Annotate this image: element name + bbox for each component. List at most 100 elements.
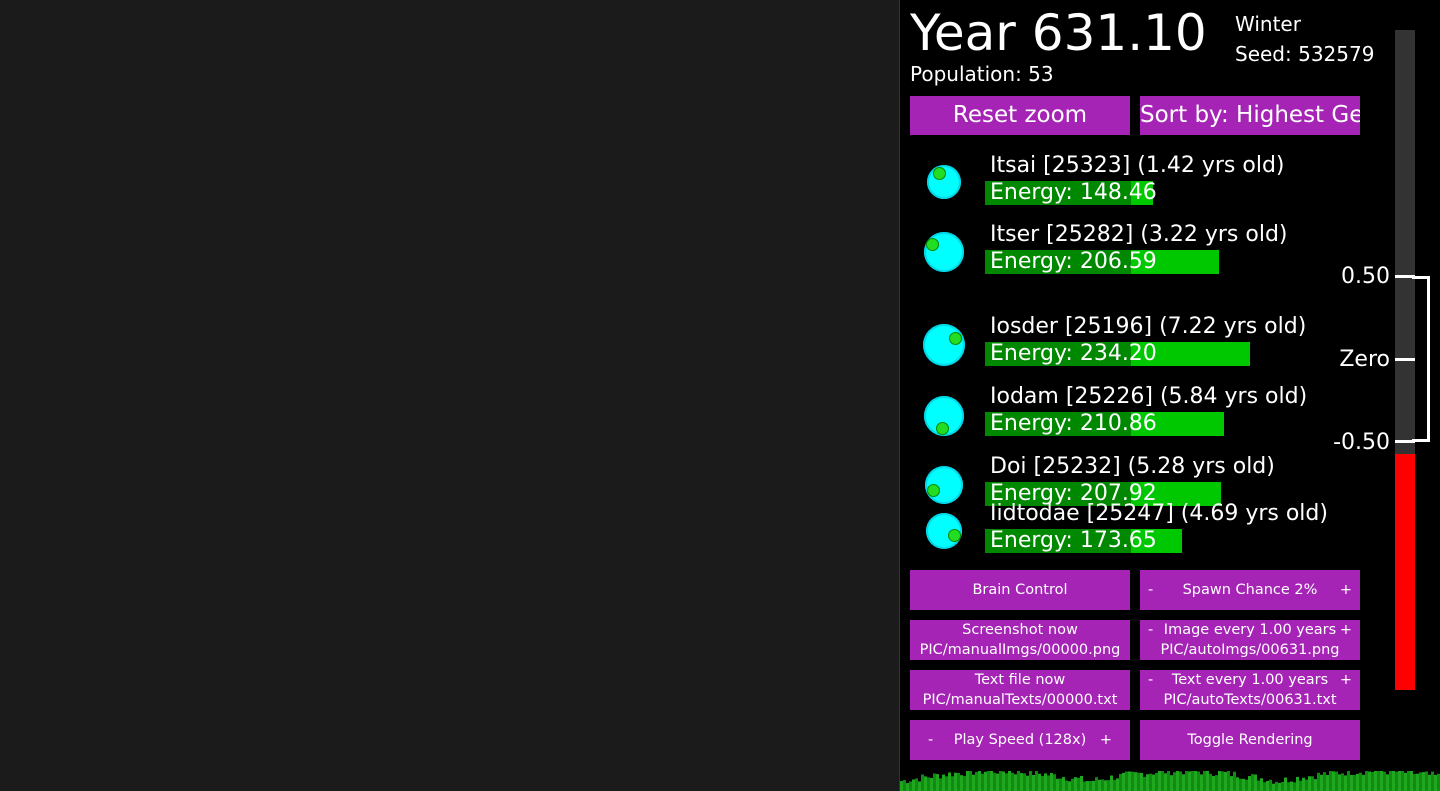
histogram-bar bbox=[984, 771, 987, 791]
histogram-bar bbox=[1305, 779, 1308, 791]
histogram-bar bbox=[1272, 783, 1275, 791]
histogram-bar bbox=[1401, 771, 1404, 791]
image-interval-decrease-button[interactable]: - bbox=[1148, 620, 1153, 640]
histogram-bar bbox=[1113, 779, 1116, 791]
energy-value: Energy: 173.65 bbox=[990, 528, 1157, 553]
creature-mouth-icon bbox=[949, 332, 962, 345]
histogram-bar bbox=[1239, 778, 1242, 791]
histogram-bar bbox=[1110, 775, 1113, 791]
histogram-bar bbox=[1419, 772, 1422, 791]
histogram-bar bbox=[1299, 780, 1302, 791]
histogram-bar bbox=[1083, 781, 1086, 791]
text-file-now-button[interactable]: Text file now PIC/manualTexts/00000.txt bbox=[910, 670, 1130, 710]
histogram-bar bbox=[1194, 771, 1197, 791]
histogram-bar bbox=[930, 777, 933, 791]
histogram-bar bbox=[1377, 771, 1380, 791]
creature-mouth-icon bbox=[936, 422, 949, 435]
creature-avatar bbox=[923, 324, 965, 366]
histogram-bar bbox=[1425, 771, 1428, 791]
histogram-bar bbox=[1134, 772, 1137, 791]
energy-bar: Energy: 173.65 bbox=[985, 529, 1182, 553]
histogram-bar bbox=[1035, 771, 1038, 791]
screenshot-path: PIC/manualImgs/00000.png bbox=[919, 642, 1121, 658]
histogram-bar bbox=[1020, 773, 1023, 791]
histogram-bar bbox=[1416, 773, 1419, 791]
histogram-bar bbox=[1293, 782, 1296, 791]
histogram-bar bbox=[1434, 774, 1437, 791]
histogram-bar bbox=[1269, 779, 1272, 791]
histogram-bar bbox=[1173, 772, 1176, 791]
sort-by-button[interactable]: Sort by: Highest Gen bbox=[1140, 96, 1360, 135]
creature-row[interactable]: Iidtodae [25247] (4.69 yrs old) Energy: 1… bbox=[900, 501, 1380, 557]
image-interval-path: PIC/autoImgs/00631.png bbox=[1160, 642, 1340, 658]
histogram-bar bbox=[1263, 782, 1266, 791]
text-interval-decrease-button[interactable]: - bbox=[1148, 670, 1153, 690]
histogram-bar bbox=[1341, 773, 1344, 791]
histogram-bar bbox=[1323, 772, 1326, 791]
histogram-bar bbox=[1395, 771, 1398, 791]
histogram-bar bbox=[1152, 774, 1155, 791]
creature-name: Itser [25282] (3.22 yrs old) bbox=[990, 222, 1288, 247]
histogram-bar bbox=[936, 774, 939, 791]
histogram-bar bbox=[999, 771, 1002, 791]
creature-avatar bbox=[925, 466, 963, 504]
image-interval-increase-button[interactable]: + bbox=[1340, 620, 1352, 640]
histogram-bar bbox=[1047, 775, 1050, 791]
spawn-chance-increase-button[interactable]: + bbox=[1340, 570, 1352, 610]
energy-bar: Energy: 234.20 bbox=[985, 342, 1250, 366]
histogram-bar bbox=[1125, 771, 1128, 791]
gauge-label-zero: Zero bbox=[1339, 347, 1390, 372]
histogram-bar bbox=[1053, 774, 1056, 791]
creature-name: Itsai [25323] (1.42 yrs old) bbox=[990, 153, 1285, 178]
creature-name: Iidtodae [25247] (4.69 yrs old) bbox=[990, 501, 1328, 526]
histogram-bar bbox=[963, 775, 966, 791]
histogram-bar bbox=[948, 772, 951, 791]
histogram-bar bbox=[1119, 773, 1122, 791]
histogram-bar bbox=[1335, 771, 1338, 791]
screenshot-now-button[interactable]: Screenshot now PIC/manualImgs/00000.png bbox=[910, 620, 1130, 660]
tick-high bbox=[1395, 275, 1415, 278]
histogram-bar bbox=[1356, 773, 1359, 791]
creature-mouth-icon bbox=[926, 238, 939, 251]
spawn-chance-decrease-button[interactable]: - bbox=[1148, 570, 1153, 610]
histogram-bar bbox=[1329, 771, 1332, 791]
histogram-bar bbox=[975, 771, 978, 791]
histogram-bar bbox=[1098, 779, 1101, 791]
histogram-bar bbox=[1287, 782, 1290, 791]
histogram-bar bbox=[1188, 771, 1191, 791]
histogram-bar bbox=[972, 774, 975, 791]
reset-zoom-button[interactable]: Reset zoom bbox=[910, 96, 1130, 135]
histogram-bar bbox=[921, 774, 924, 791]
histogram-bar bbox=[1068, 781, 1071, 791]
creature-avatar bbox=[926, 513, 962, 549]
histogram-bar bbox=[1182, 774, 1185, 791]
histogram-bar bbox=[1122, 772, 1125, 791]
histogram-bar bbox=[1353, 774, 1356, 791]
histogram-bar bbox=[1080, 775, 1083, 791]
histogram-bar bbox=[1086, 781, 1089, 791]
histogram-bar bbox=[1140, 772, 1143, 791]
histogram-bar bbox=[1281, 781, 1284, 791]
histogram-bar bbox=[939, 778, 942, 791]
histogram-bar bbox=[906, 783, 909, 791]
histogram-bar bbox=[1218, 771, 1221, 791]
text-interval-label: Text every 1.00 years bbox=[1171, 672, 1329, 688]
histogram-bar bbox=[1014, 774, 1017, 791]
seed-label: Seed: 532579 bbox=[1235, 42, 1375, 66]
histogram-bar bbox=[1185, 771, 1188, 791]
world-viewport[interactable] bbox=[0, 0, 900, 791]
brain-control-button[interactable]: Brain Control bbox=[910, 570, 1130, 610]
histogram-bar bbox=[1203, 771, 1206, 791]
histogram-bar bbox=[1155, 772, 1158, 791]
population-count: Population: 53 bbox=[910, 62, 1054, 86]
histogram-bar bbox=[966, 771, 969, 791]
screenshot-now-label: Screenshot now bbox=[962, 622, 1078, 638]
creature-row[interactable]: Itsai [25323] (1.42 yrs old) Energy: 148.… bbox=[900, 153, 1380, 209]
histogram-bar bbox=[1032, 775, 1035, 791]
histogram-bar bbox=[1149, 773, 1152, 791]
histogram-bar bbox=[1248, 776, 1251, 791]
histogram-bar bbox=[1302, 777, 1305, 791]
text-interval-increase-button[interactable]: + bbox=[1340, 670, 1352, 690]
histogram-bar bbox=[1038, 773, 1041, 791]
histogram-bar bbox=[1065, 780, 1068, 791]
